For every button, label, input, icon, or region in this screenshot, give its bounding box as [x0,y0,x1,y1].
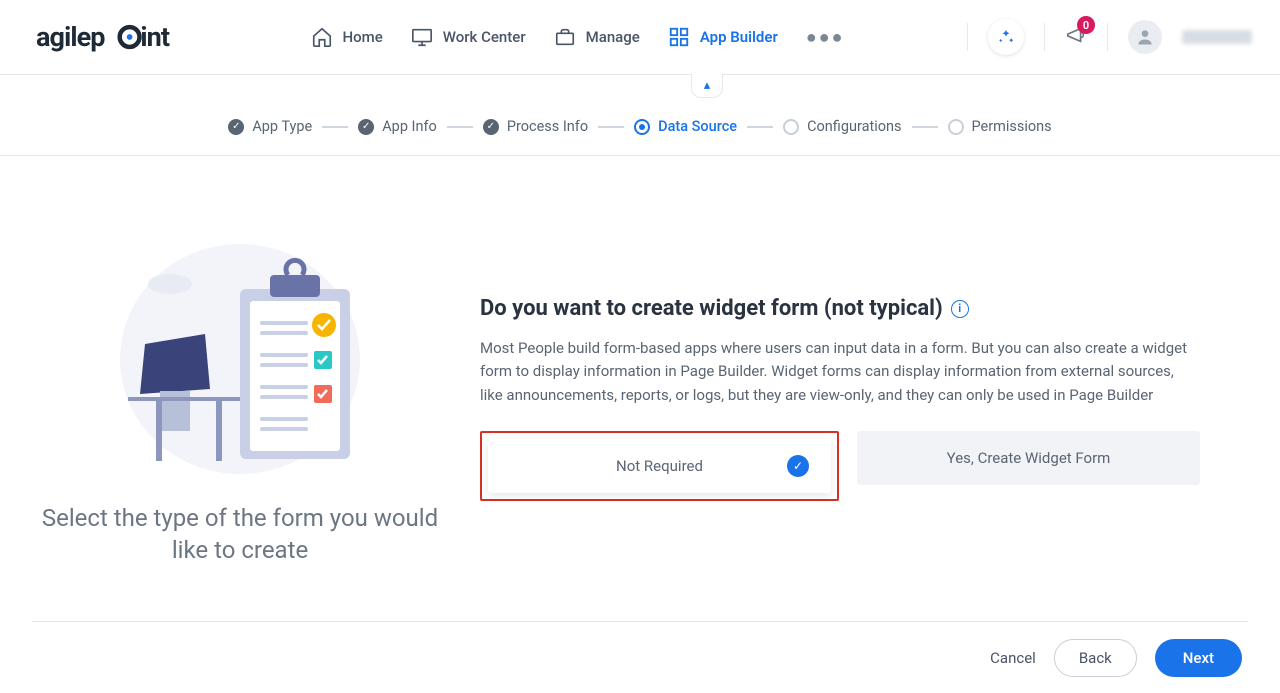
chevron-up-icon: ▴ [704,78,711,93]
step-separator [598,126,624,128]
back-button[interactable]: Back [1054,639,1137,677]
option-not-required[interactable]: Not Required ✓ [488,439,831,493]
step-label: Data Source [658,118,737,135]
main-nav: Home Work Center Manage App Builder ●●● [311,26,845,48]
step-label: App Info [382,118,437,135]
nav-label: Work Center [443,28,526,46]
pending-step-icon [783,119,799,135]
username-redacted [1182,30,1252,44]
step-data-source[interactable]: Data Source [634,118,737,135]
left-caption: Select the type of the form you would li… [40,502,440,567]
info-icon[interactable]: i [951,300,969,318]
home-icon [311,26,333,48]
avatar[interactable] [1128,20,1162,54]
option-label: Not Required [616,457,703,475]
brand-logo: agilep int [28,19,188,55]
step-app-type[interactable]: ✓ App Type [228,118,312,135]
step-separator [322,126,348,128]
nav-more-icon[interactable]: ●●● [806,27,845,48]
monitor-icon [411,26,433,48]
left-panel: Select the type of the form you would li… [40,216,440,626]
step-label: Permissions [972,118,1052,135]
pending-step-icon [948,119,964,135]
option-label: Yes, Create Widget Form [947,449,1111,467]
step-process-info[interactable]: ✓ Process Info [483,118,588,135]
highlight-annotation: Not Required ✓ [480,431,839,501]
nav-item-app-builder[interactable]: App Builder [668,26,778,48]
nav-item-work-center[interactable]: Work Center [411,26,526,48]
active-step-icon [634,119,650,135]
nav-label: Home [343,28,383,46]
user-icon [1135,27,1155,47]
svg-text:agilep: agilep [36,21,105,53]
question-description: Most People build form-based apps where … [480,337,1200,407]
divider [1044,23,1045,51]
nav-item-manage[interactable]: Manage [554,26,640,48]
check-icon: ✓ [483,119,499,135]
step-configurations[interactable]: Configurations [783,118,901,135]
next-button[interactable]: Next [1155,639,1242,677]
step-label: Configurations [807,118,901,135]
check-icon: ✓ [787,455,809,477]
step-separator [447,126,473,128]
notification-badge: 0 [1077,16,1095,34]
option-yes-widget[interactable]: Yes, Create Widget Form [857,431,1200,485]
svg-text:int: int [140,21,169,53]
grid-icon [668,26,690,48]
header-right: 0 [967,19,1252,55]
briefcase-icon [554,26,576,48]
step-separator [912,126,938,128]
step-label: App Type [252,118,312,135]
check-icon: ✓ [228,119,244,135]
nav-label: App Builder [700,28,778,46]
top-header: agilep int Home Work Center Manage [0,0,1280,75]
wizard-footer: Cancel Back Next [32,621,1248,693]
question-heading: Do you want to create widget form (not t… [480,296,943,321]
content-area: Select the type of the form you would li… [0,156,1280,626]
form-illustration [110,224,370,484]
notifications-button[interactable]: 0 [1065,24,1087,50]
option-row: Not Required ✓ Yes, Create Widget Form [480,431,1200,501]
divider [1107,23,1108,51]
divider [967,23,968,51]
wizard-stepper: ✓ App Type ✓ App Info ✓ Process Info Dat… [0,98,1280,156]
cancel-button[interactable]: Cancel [990,649,1036,667]
nav-item-home[interactable]: Home [311,26,383,48]
assistant-icon[interactable] [988,19,1024,55]
question-row: Do you want to create widget form (not t… [480,296,1200,321]
step-separator [747,126,773,128]
step-label: Process Info [507,118,588,135]
right-panel: Do you want to create widget form (not t… [480,216,1240,626]
collapse-toggle[interactable]: ▴ [691,74,723,98]
nav-label: Manage [586,28,640,46]
check-icon: ✓ [358,119,374,135]
step-app-info[interactable]: ✓ App Info [358,118,437,135]
step-permissions[interactable]: Permissions [948,118,1052,135]
